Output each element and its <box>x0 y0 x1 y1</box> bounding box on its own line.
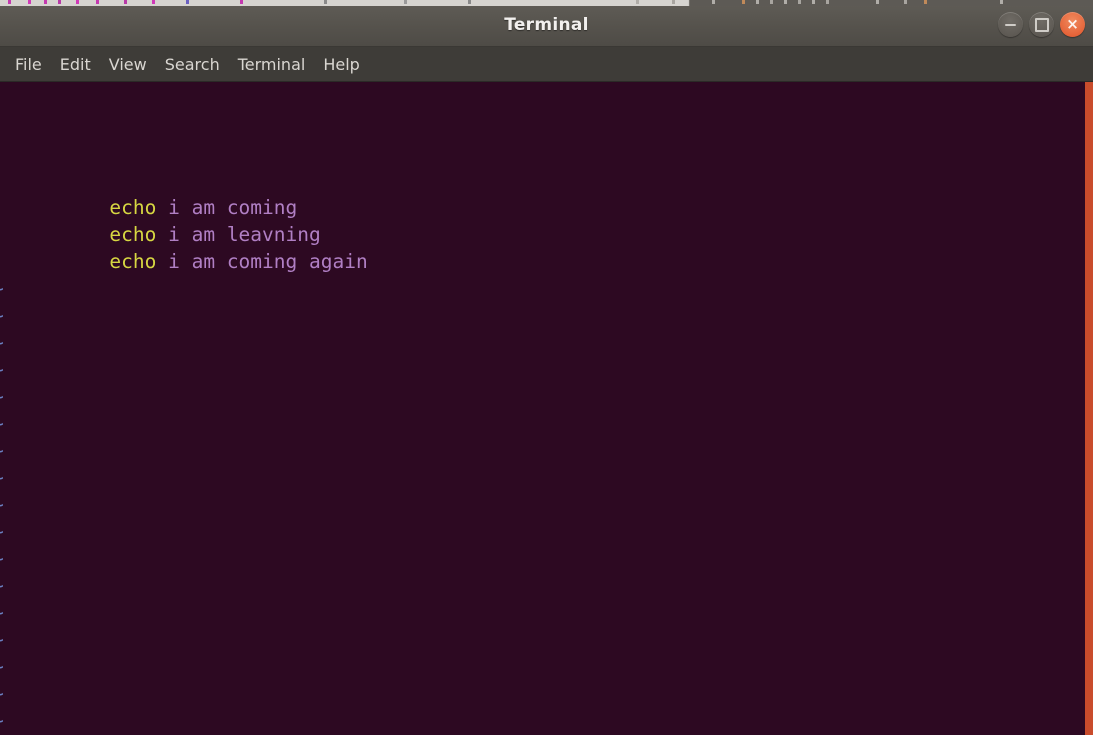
tilde-marker: ~ <box>0 358 4 381</box>
menu-item-help[interactable]: Help <box>314 51 368 78</box>
buffer-line-command: echo <box>109 250 157 273</box>
menu-bar: File Edit View Search Terminal Help <box>0 47 1093 82</box>
empty-line-marker: ~ <box>0 491 4 518</box>
tilde-marker: ~ <box>0 682 4 705</box>
tilde-marker: ~ <box>0 601 4 624</box>
title-bar[interactable]: Terminal × <box>0 6 1093 47</box>
right-edge-accent <box>1085 82 1093 735</box>
tilde-marker: ~ <box>0 412 4 435</box>
empty-line-marker: ~ <box>0 275 4 302</box>
screen: Terminal × File Edit View Search Termina… <box>0 0 1093 735</box>
empty-line-marker: ~ <box>0 410 4 437</box>
buffer-line: echo i am coming again <box>0 221 367 273</box>
empty-line-marker: ~ <box>0 599 4 626</box>
menu-item-search[interactable]: Search <box>156 51 229 78</box>
empty-line-marker: ~ <box>0 356 4 383</box>
menu-item-terminal[interactable]: Terminal <box>229 51 315 78</box>
close-icon: × <box>1066 15 1079 33</box>
buffer-line: echo i am leavning <box>0 194 320 246</box>
window-title: Terminal <box>504 15 589 35</box>
empty-line-marker: ~ <box>0 302 4 329</box>
tilde-marker: ~ <box>0 520 4 543</box>
empty-line-marker: ~ <box>0 464 4 491</box>
tilde-marker: ~ <box>0 277 4 300</box>
empty-line-marker: ~ <box>0 653 4 680</box>
minimize-icon <box>1005 23 1016 26</box>
tilde-marker: ~ <box>0 493 4 516</box>
minimize-button[interactable] <box>998 12 1023 37</box>
menu-item-edit[interactable]: Edit <box>51 51 100 78</box>
terminal-screen[interactable]: echo i am coming echo i am leavning echo… <box>0 82 1093 735</box>
tilde-marker: ~ <box>0 439 4 462</box>
menu-item-file[interactable]: File <box>6 51 51 78</box>
empty-line-marker: ~ <box>0 437 4 464</box>
menu-item-view[interactable]: View <box>100 51 156 78</box>
window-controls: × <box>998 12 1085 37</box>
tilde-marker: ~ <box>0 628 4 651</box>
terminal-window: Terminal × File Edit View Search Termina… <box>0 6 1093 735</box>
maximize-button[interactable] <box>1029 12 1054 37</box>
empty-line-marker: ~ <box>0 518 4 545</box>
empty-line-marker: ~ <box>0 329 4 356</box>
tilde-marker: ~ <box>0 331 4 354</box>
buffer-line-args: i am coming again <box>156 250 368 273</box>
tilde-marker: ~ <box>0 574 4 597</box>
empty-line-marker: ~ <box>0 545 4 572</box>
close-button[interactable]: × <box>1060 12 1085 37</box>
tilde-marker: ~ <box>0 709 4 732</box>
tilde-marker: ~ <box>0 655 4 678</box>
empty-line-marker: ~ <box>0 572 4 599</box>
tilde-marker: ~ <box>0 547 4 570</box>
tilde-marker: ~ <box>0 385 4 408</box>
empty-line-marker: ~ <box>0 707 4 734</box>
empty-line-marker: ~ <box>0 383 4 410</box>
buffer-line: echo i am coming <box>0 167 297 219</box>
empty-line-marker: ~ <box>0 626 4 653</box>
tilde-marker: ~ <box>0 304 4 327</box>
tilde-marker: ~ <box>0 466 4 489</box>
empty-line-marker: ~ <box>0 680 4 707</box>
editor-buffer[interactable]: echo i am coming echo i am leavning echo… <box>0 82 1085 735</box>
maximize-icon <box>1034 17 1049 32</box>
